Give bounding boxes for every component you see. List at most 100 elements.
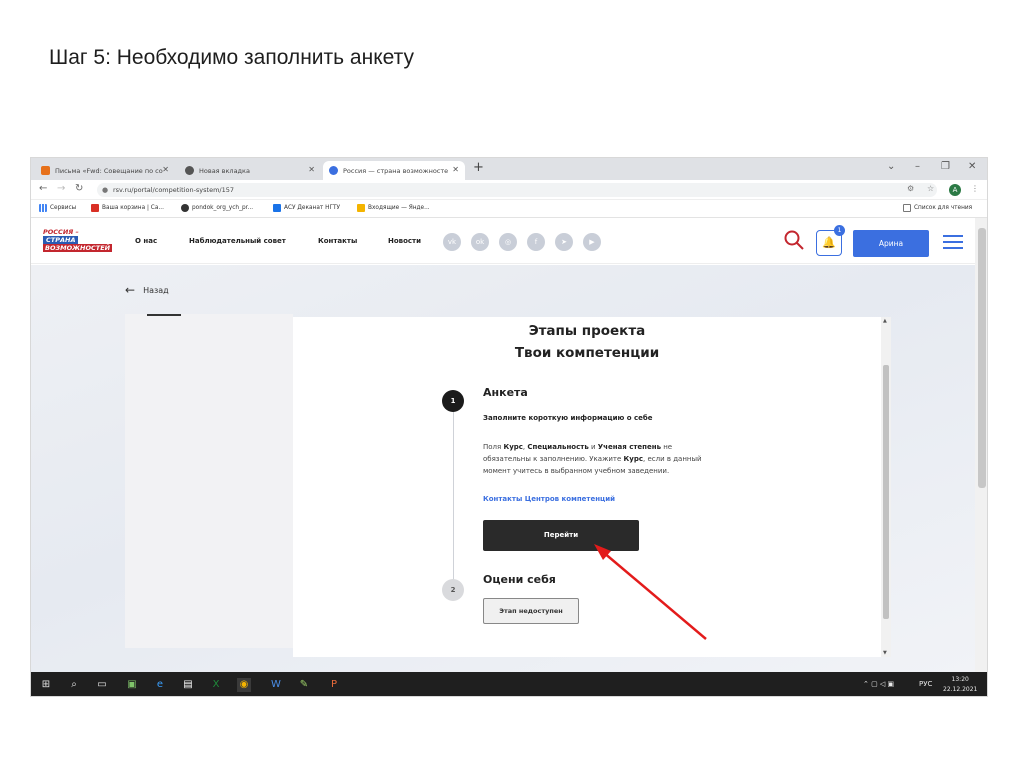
url-text: rsv.ru/portal/competition-system/157	[113, 186, 235, 194]
reading-list-label: Список для чтения	[914, 205, 973, 211]
bookmark-label: Входящие — Янде...	[368, 205, 430, 211]
user-profile-button[interactable]: Арина	[853, 230, 929, 257]
ok-icon[interactable]: ok	[471, 233, 489, 251]
d-bookmark-icon	[273, 204, 281, 212]
site-logo[interactable]: РОССИЯ – СТРАНА ВОЗМОЖНОСТЕЙ	[43, 228, 115, 256]
nav-news[interactable]: Новости	[388, 237, 421, 245]
logo-line3: ВОЗМОЖНОСТЕЙ	[43, 244, 113, 252]
scroll-down-icon[interactable]: ▼	[883, 650, 887, 656]
minimize-icon[interactable]: –	[915, 161, 920, 172]
bell-icon: 🔔	[822, 236, 836, 249]
bookmark-asu[interactable]: АСУ Деканат НГТУ	[273, 204, 340, 212]
search-icon[interactable]	[783, 229, 805, 251]
reading-list[interactable]: Список для чтения	[903, 204, 972, 212]
profile-avatar[interactable]: A	[949, 184, 961, 196]
reload-icon[interactable]: ↻	[75, 183, 83, 194]
lock-icon: ●	[102, 186, 109, 194]
bookmark-github[interactable]: pondok_org_ych_pr...	[181, 204, 253, 212]
youtube-icon[interactable]: ▶	[583, 233, 601, 251]
cart-bookmark-icon	[91, 204, 99, 212]
tray-icons[interactable]: ⌃ ▢ ◁ ▣	[863, 680, 894, 688]
translate-icon[interactable]: ⚙	[907, 184, 914, 193]
close-icon[interactable]: ✕	[452, 165, 459, 174]
tab-new[interactable]: Новая вкладка ✕	[179, 161, 321, 180]
apps-grid-icon	[39, 204, 47, 212]
bookmark-cart[interactable]: Ваша корзина | Са...	[91, 204, 164, 212]
competence-centers-link[interactable]: Контакты Центров компетенций	[483, 495, 615, 503]
paint-icon[interactable]: ✎	[297, 678, 311, 692]
clock-time: 13:20	[951, 676, 969, 683]
clock-date: 22.12.2021	[943, 686, 978, 693]
bookmark-yandex[interactable]: Входящие — Янде...	[357, 204, 430, 212]
stage-unavailable-button[interactable]: Этап недоступен	[483, 598, 579, 624]
powerpoint-icon[interactable]: P	[327, 678, 341, 692]
image-app-icon[interactable]: ▣	[125, 678, 139, 692]
toolbar: ← → ↻ ● rsv.ru/portal/competition-system…	[31, 180, 987, 200]
card-scrollbar[interactable]: ▲ ▼	[881, 317, 891, 657]
instagram-icon[interactable]: ◎	[499, 233, 517, 251]
yandex-mail-icon	[357, 204, 365, 212]
kebab-menu-icon[interactable]: ⋮	[971, 184, 979, 193]
step-number-2: 2	[442, 579, 464, 601]
bookmark-label: АСУ Деканат НГТУ	[284, 205, 341, 211]
logo-line1: РОССИЯ –	[43, 228, 79, 236]
address-bar[interactable]: ● rsv.ru/portal/competition-system/157	[97, 183, 937, 197]
back-arrow-icon[interactable]: ←	[39, 183, 47, 194]
step-number-1: 1	[442, 390, 464, 412]
desc-text: и	[588, 443, 598, 451]
site-header: РОССИЯ – СТРАНА ВОЗМОЖНОСТЕЙ О нас Наблю…	[31, 218, 975, 264]
slide-title: Шаг 5: Необходимо заполнить анкету	[49, 46, 414, 69]
search-icon[interactable]: ⌕	[67, 678, 81, 692]
system-clock[interactable]: 13:20 22.12.2021	[943, 675, 977, 695]
task-view-icon[interactable]: ▭	[95, 678, 109, 692]
tab-rsv[interactable]: Россия — страна возможносте ✕	[323, 161, 465, 180]
tab-mail[interactable]: Письма «Fwd: Совещание по со ✕	[35, 161, 175, 180]
language-indicator[interactable]: РУС	[919, 680, 932, 688]
restore-icon[interactable]: ❐	[941, 161, 950, 172]
close-icon[interactable]: ✕	[308, 165, 315, 174]
store-icon[interactable]: ▤	[181, 678, 195, 692]
word-icon[interactable]: W	[269, 678, 283, 692]
tab-title: Новая вкладка	[199, 166, 250, 175]
bookmark-services[interactable]: Сервисы	[39, 204, 76, 212]
chrome-icon[interactable]: ◉	[237, 678, 251, 692]
tab-search-icon[interactable]: ⌄	[887, 161, 895, 172]
windows-taskbar: ⊞ ⌕ ▭ ▣ e ▤ X ◉ W ✎ P ⌃ ▢ ◁ ▣ РУС 13:20 …	[31, 672, 987, 696]
step-1-description: Поля Курс, Специальность и Ученая степен…	[483, 441, 703, 477]
star-icon[interactable]: ☆	[927, 184, 934, 193]
mail-icon	[41, 166, 50, 175]
arrow-left-icon: ←	[125, 283, 136, 297]
page-scrollbar[interactable]	[975, 218, 987, 672]
windows-start-icon[interactable]: ⊞	[39, 678, 53, 692]
nav-contacts[interactable]: Контакты	[318, 237, 357, 245]
scroll-up-icon[interactable]: ▲	[883, 318, 887, 324]
page-scrollbar-thumb[interactable]	[978, 228, 986, 488]
vk-icon[interactable]: vk	[443, 233, 461, 251]
page-content: ← Назад Этапы проекта Твои компетенции 1…	[31, 265, 975, 672]
card-title: Этапы проекта	[528, 323, 646, 339]
nav-about[interactable]: О нас	[135, 237, 157, 245]
desc-text: Поля	[483, 443, 504, 451]
back-link[interactable]: ← Назад	[125, 283, 169, 297]
nav-board[interactable]: Наблюдательный совет	[189, 237, 286, 245]
window-close-icon[interactable]: ✕	[968, 161, 976, 172]
logo-line2: СТРАНА	[43, 236, 79, 244]
tab-title: Письма «Fwd: Совещание по со	[55, 166, 163, 175]
go-button[interactable]: Перейти	[483, 520, 639, 551]
new-tab-button[interactable]: +	[473, 160, 484, 175]
notification-count-badge: 1	[834, 225, 845, 236]
bookmark-label: Сервисы	[50, 205, 77, 211]
tab-title: Россия — страна возможносте	[343, 166, 449, 175]
bookmark-label: Ваша корзина | Са...	[102, 205, 164, 211]
close-icon[interactable]: ✕	[162, 165, 169, 174]
excel-icon[interactable]: X	[209, 678, 223, 692]
edge-icon[interactable]: e	[153, 678, 167, 692]
facebook-icon[interactable]: f	[527, 233, 545, 251]
hamburger-menu-icon[interactable]	[943, 235, 963, 251]
desc-bold: Курс	[623, 455, 643, 463]
scrollbar-thumb[interactable]	[883, 365, 889, 619]
telegram-icon[interactable]: ➤	[555, 233, 573, 251]
active-tab-indicator	[147, 314, 181, 316]
forward-arrow-icon[interactable]: →	[57, 183, 65, 194]
step-2-title: Оцени себя	[483, 573, 556, 586]
